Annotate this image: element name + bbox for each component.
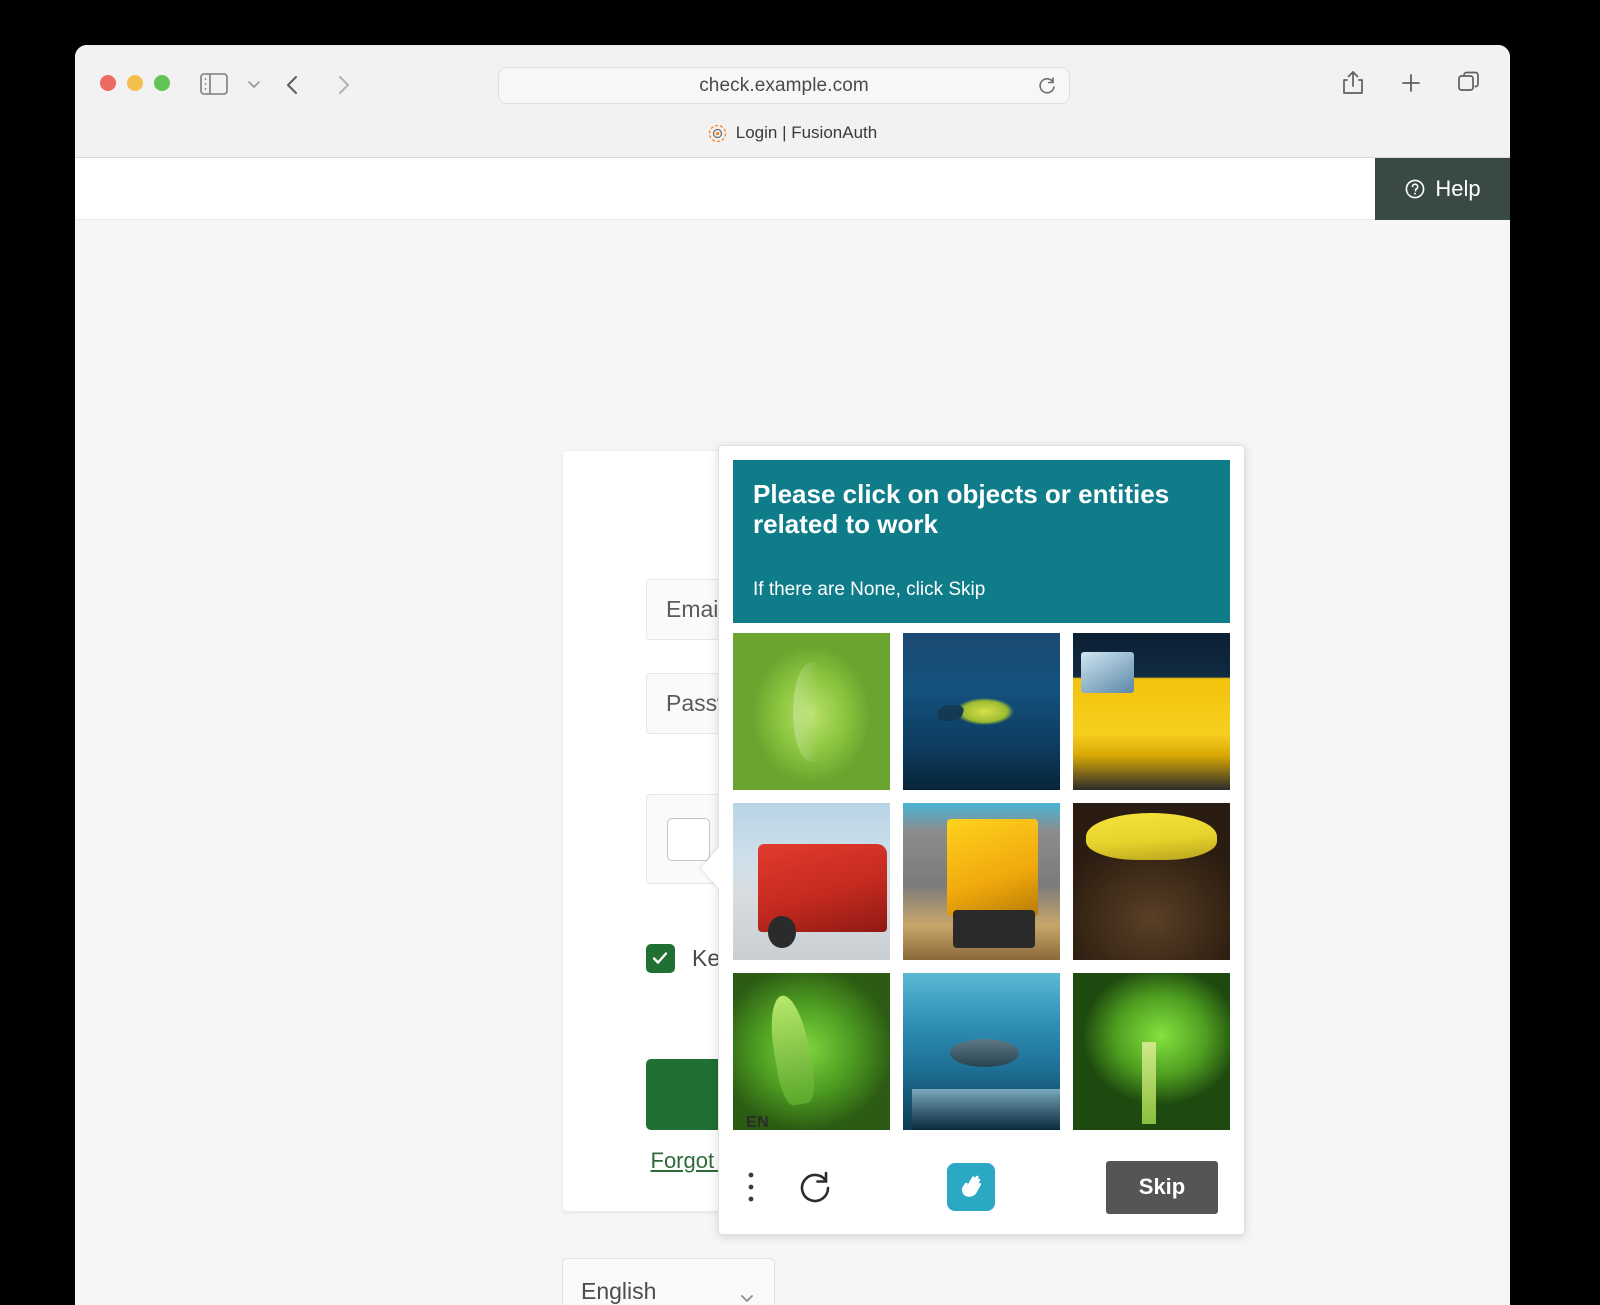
captcha-prompt: Please click on objects or entities rela…: [753, 479, 1170, 539]
sidebar-toggle-icon[interactable]: [200, 73, 228, 95]
url-text: check.example.com: [699, 74, 869, 96]
captcha-language-tag: EN: [746, 1114, 770, 1131]
captcha-header: Please click on objects or entities rela…: [733, 460, 1230, 624]
captcha-footer: EN Skip: [719, 1106, 1244, 1234]
captcha-image-grid: [733, 633, 1230, 1131]
browser-chrome: check.example.com Login | FusionAuth: [75, 45, 1510, 158]
tab-title-row[interactable]: Login | FusionAuth: [75, 123, 1510, 143]
captcha-footer-controls: Skip: [719, 1156, 1244, 1218]
captcha-tile[interactable]: [1073, 803, 1230, 961]
chevron-down-icon: [738, 1284, 756, 1302]
url-bar[interactable]: check.example.com: [498, 67, 1070, 104]
captcha-subprompt: If there are None, click Skip: [753, 579, 986, 601]
site-header: Help: [75, 158, 1510, 220]
kebab-menu-icon[interactable]: [745, 1169, 757, 1205]
keep-me-signed-in-checkbox[interactable]: [646, 944, 675, 973]
sidebar-chevron-down-icon[interactable]: [245, 77, 263, 91]
minimize-window-button[interactable]: [127, 75, 143, 91]
captcha-tile[interactable]: [733, 633, 890, 791]
captcha-tile[interactable]: [733, 803, 890, 961]
share-icon[interactable]: [1340, 69, 1366, 97]
question-circle-icon: [1404, 178, 1426, 200]
page-content: Help Email Password Keep me signed in: [75, 158, 1510, 1305]
hcaptcha-hand-logo-icon[interactable]: [946, 1163, 995, 1211]
close-window-button[interactable]: [100, 75, 116, 91]
maximize-window-button[interactable]: [154, 75, 170, 91]
tab-title: Login | FusionAuth: [735, 123, 878, 142]
browser-window: check.example.com Login | FusionAuth Hel…: [75, 45, 1510, 1305]
new-tab-plus-icon[interactable]: [1398, 69, 1424, 97]
help-label: Help: [1435, 176, 1481, 201]
traffic-lights: [100, 75, 170, 91]
fusionauth-favicon-icon: [708, 124, 727, 143]
reload-icon[interactable]: [1037, 76, 1057, 96]
help-button[interactable]: Help: [1375, 158, 1510, 220]
back-arrow-icon[interactable]: [280, 69, 306, 101]
chrome-toolbar-right: [1340, 69, 1482, 97]
captcha-popup: Please click on objects or entities rela…: [701, 445, 1245, 1235]
captcha-tile[interactable]: [903, 633, 1060, 791]
captcha-tile[interactable]: [1073, 633, 1230, 791]
navigation-arrows: [280, 69, 356, 101]
forward-arrow-icon[interactable]: [330, 69, 356, 101]
language-select[interactable]: English: [562, 1258, 775, 1305]
email-placeholder: Email: [666, 596, 724, 622]
tab-overview-icon[interactable]: [1456, 69, 1482, 97]
popup-pointer: [701, 846, 720, 890]
captcha-tile[interactable]: [903, 803, 1060, 961]
skip-button[interactable]: Skip: [1106, 1160, 1218, 1214]
refresh-icon[interactable]: [795, 1167, 835, 1207]
language-select-value: English: [581, 1277, 657, 1304]
